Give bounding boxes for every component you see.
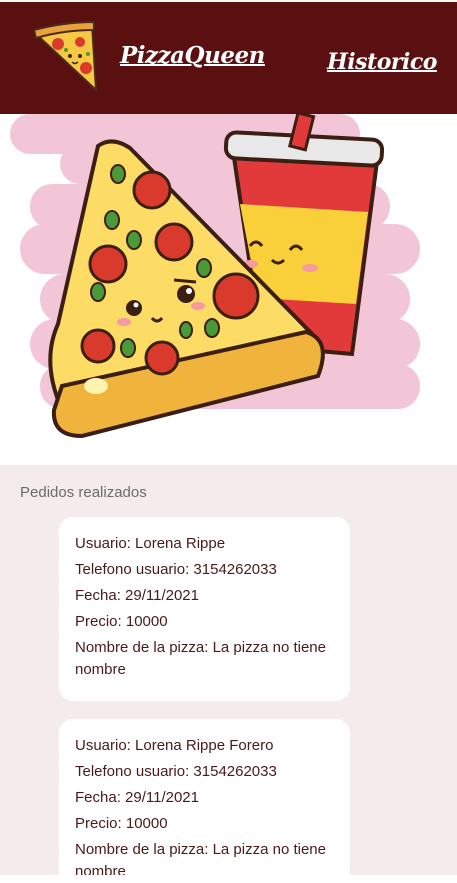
order-telefono: Telefono usuario: 3154262033: [75, 561, 277, 578]
orders-list: Usuario: Lorena Rippe Telefono usuario: …: [59, 517, 350, 883]
order-fecha: Fecha: 29/11/2021: [75, 789, 199, 806]
nav-historico-link[interactable]: Historico: [327, 49, 437, 75]
pizza-logo-icon[interactable]: [30, 20, 102, 96]
order-precio: Precio: 10000: [75, 815, 168, 832]
order-usuario: Usuario: Lorena Rippe: [75, 535, 226, 552]
bottom-edge: [0, 875, 457, 883]
order-usuario: Usuario: Lorena Rippe Forero: [75, 737, 274, 754]
order-telefono: Telefono usuario: 3154262033: [75, 763, 277, 780]
order-card: Usuario: Lorena Rippe Forero Telefono us…: [59, 719, 350, 883]
hero-banner: [0, 114, 457, 465]
orders-section-title: Pedidos realizados: [20, 484, 147, 501]
order-pizza-name: Nombre de la pizza: La pizza no tiene no…: [75, 639, 326, 678]
brand-title[interactable]: PizzaQueen: [120, 42, 265, 69]
order-fecha: Fecha: 29/11/2021: [75, 587, 199, 604]
pizza-soda-illustration: [10, 114, 420, 439]
order-precio: Precio: 10000: [75, 613, 168, 630]
app-header: PizzaQueen Historico: [0, 0, 457, 114]
order-card: Usuario: Lorena Rippe Telefono usuario: …: [59, 517, 350, 701]
